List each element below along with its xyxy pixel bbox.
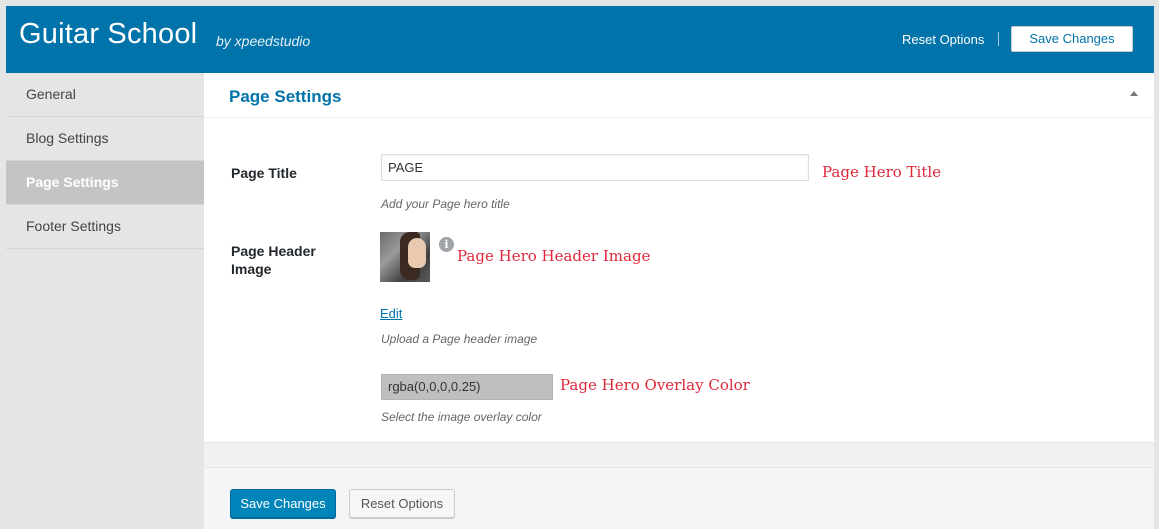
- app-byline: by xpeedstudio: [216, 33, 311, 49]
- header-image-label-line2: Image: [231, 261, 272, 277]
- header-image-description: Upload a Page header image: [381, 332, 538, 346]
- header-image-annotation: Page Hero Header Image: [457, 247, 651, 265]
- sidebar-item-page-settings[interactable]: Page Settings: [6, 161, 204, 205]
- options-footer: Save Changes Reset Options: [204, 467, 1154, 529]
- sidebar-item-blog-settings[interactable]: Blog Settings: [6, 117, 204, 161]
- collapse-arrow-icon[interactable]: [1130, 91, 1138, 96]
- page-title-description: Add your Page hero title: [381, 197, 510, 211]
- options-sidebar: General Blog Settings Page Settings Foot…: [6, 73, 204, 529]
- edit-image-link[interactable]: Edit: [380, 306, 402, 321]
- overlay-color-annotation: Page Hero Overlay Color: [560, 376, 750, 394]
- panel-header: Page Settings: [204, 73, 1154, 118]
- header-image-label: Page Header Image: [231, 242, 316, 278]
- reset-options-link[interactable]: Reset Options: [902, 32, 984, 47]
- header-divider: [998, 32, 999, 46]
- overlay-color-description: Select the image overlay color: [381, 410, 542, 424]
- sidebar-item-footer-settings[interactable]: Footer Settings: [6, 205, 204, 249]
- header-image-label-line1: Page Header: [231, 243, 316, 259]
- save-changes-button-top[interactable]: Save Changes: [1011, 26, 1133, 52]
- sidebar-item-general[interactable]: General: [6, 73, 204, 117]
- thumbnail-face: [408, 238, 426, 268]
- info-icon[interactable]: i: [439, 237, 454, 252]
- save-changes-button[interactable]: Save Changes: [230, 489, 336, 518]
- reset-options-button[interactable]: Reset Options: [349, 489, 455, 518]
- page-settings-panel: Page Settings Page Title PAGE Page Hero …: [204, 73, 1154, 443]
- panel-title: Page Settings: [229, 87, 342, 106]
- overlay-color-input[interactable]: rgba(0,0,0,0.25): [381, 374, 553, 400]
- header-image-thumbnail[interactable]: [380, 232, 430, 282]
- app-title: Guitar School: [19, 18, 198, 50]
- page-title-annotation: Page Hero Title: [822, 163, 942, 181]
- page-title-label: Page Title: [231, 165, 297, 181]
- page-title-input[interactable]: PAGE: [381, 154, 809, 181]
- options-page: Guitar School by xpeedstudio Reset Optio…: [6, 6, 1154, 529]
- options-header: Guitar School by xpeedstudio Reset Optio…: [6, 6, 1154, 73]
